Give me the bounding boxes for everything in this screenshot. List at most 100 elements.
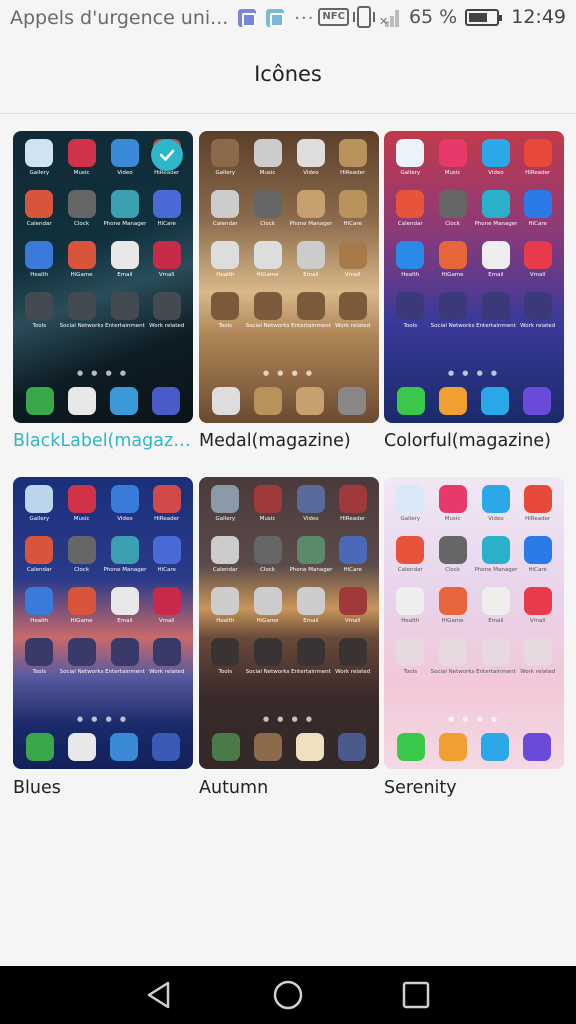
preview-app-label: Music — [444, 516, 461, 522]
preview-dock — [390, 387, 558, 415]
calendar-icon — [396, 536, 425, 564]
preview-app: Work related — [332, 292, 373, 329]
gallery-icon — [211, 485, 240, 513]
preview-app-label: Music — [73, 170, 90, 176]
theme-card-colorful-magazine[interactable]: Gallery Music Video HiReader Calendar Clock Ph… — [384, 131, 564, 423]
app-header: Icônes — [0, 38, 576, 114]
theme-name-label[interactable]: Serenity — [384, 778, 564, 798]
preview-app-label: Email — [488, 272, 504, 278]
preview-app-label: HiCare — [343, 221, 362, 227]
phone-manager-icon — [110, 190, 139, 218]
hireader-icon — [338, 139, 367, 167]
theme-name-label[interactable]: Colorful(magazine) — [384, 431, 564, 451]
email-icon — [110, 241, 139, 269]
work-related-icon — [152, 292, 181, 320]
preview-app-label: HiCare — [157, 221, 176, 227]
back-icon[interactable] — [144, 980, 176, 1010]
preview-app: HiCare — [332, 190, 373, 227]
theme-name-label[interactable]: Blues — [13, 778, 193, 798]
clock-icon — [253, 536, 282, 564]
preview-app-label: Health — [30, 618, 49, 624]
email-icon — [481, 587, 510, 615]
phone-manager-icon — [481, 190, 510, 218]
hicare-icon — [338, 190, 367, 218]
email-icon — [296, 241, 325, 269]
preview-app-label: Gallery — [400, 170, 421, 176]
preview-app-label: Phone Manager — [289, 221, 333, 227]
preview-app: Clock — [60, 190, 104, 227]
preview-app-label: Phone Manager — [289, 567, 333, 573]
preview-app: Tools — [390, 292, 431, 329]
browser-icon — [338, 733, 366, 761]
preview-app: Email — [103, 241, 146, 278]
preview-app-label: HiReader — [340, 516, 366, 522]
preview-dock — [205, 733, 373, 761]
preview-app: Clock — [431, 536, 475, 573]
preview-app: Calendar — [390, 190, 431, 227]
preview-app-label: Social Networks — [245, 669, 290, 675]
preview-app-label: Gallery — [215, 170, 236, 176]
preview-app-label: Calendar — [26, 221, 52, 227]
clock-icon — [253, 190, 282, 218]
video-icon — [481, 485, 510, 513]
higame-icon — [438, 241, 467, 269]
page-indicator: ● ● ● ● — [76, 715, 130, 723]
theme-card-blues[interactable]: Gallery Music Video HiReader Calendar Clock Ph… — [13, 477, 193, 769]
preview-app-label: Work related — [335, 669, 371, 675]
theme-card-blacklabel-magazi[interactable]: Gallery Music Video HiReader Calendar Clock Ph… — [13, 131, 193, 423]
hicare-icon — [523, 536, 552, 564]
preview-app-label: Health — [216, 618, 235, 624]
music-icon — [438, 485, 467, 513]
email-icon — [481, 241, 510, 269]
preview-app: Social Networks — [60, 638, 103, 675]
preview-app-label: Vmall — [529, 618, 546, 624]
preview-app-label: Entertainment — [476, 669, 516, 675]
calendar-icon — [25, 190, 54, 218]
preview-app-label: Calendar — [397, 567, 423, 573]
preview-app: Work related — [146, 292, 187, 329]
work-related-icon — [523, 638, 552, 666]
preview-app-label: Music — [259, 170, 276, 176]
preview-app-label: Calendar — [397, 221, 423, 227]
preview-app-label: HiGame — [441, 272, 464, 278]
preview-app-label: Vmall — [344, 618, 361, 624]
theme-name-label[interactable]: Autumn — [199, 778, 379, 798]
hireader-icon — [523, 139, 552, 167]
preview-app: Calendar — [205, 536, 246, 573]
page-indicator: ● ● ● ● — [262, 715, 316, 723]
email-icon — [110, 587, 139, 615]
preview-app: HiCare — [146, 536, 187, 573]
theme-name-label[interactable]: Medal(magazine) — [199, 431, 379, 451]
preview-app: Gallery — [390, 485, 431, 522]
messages-icon — [481, 387, 509, 415]
preview-app-label: HiGame — [441, 618, 464, 624]
preview-app-label: Social Networks — [59, 323, 104, 329]
preview-app-label: Entertainment — [105, 323, 145, 329]
home-icon[interactable] — [272, 980, 304, 1010]
preview-app-label: Phone Manager — [103, 567, 147, 573]
health-icon — [396, 241, 425, 269]
recents-icon[interactable] — [400, 980, 432, 1010]
theme-card-autumn[interactable]: Gallery Music Video HiReader Calendar Clock Ph… — [199, 477, 379, 769]
page-indicator: ● ● ● ● — [262, 369, 316, 377]
theme-card-serenity[interactable]: Gallery Music Video HiReader Calendar Clock Ph… — [384, 477, 564, 769]
preview-app: HiCare — [332, 536, 373, 573]
vmall-icon — [523, 587, 552, 615]
clock-icon — [67, 536, 96, 564]
hicare-icon — [338, 536, 367, 564]
more-notifications-icon: ··· — [294, 7, 315, 29]
tools-icon — [396, 638, 425, 666]
gallery-icon — [396, 139, 425, 167]
theme-card-medal-magazine[interactable]: Gallery Music Video HiReader Calendar Clock Ph… — [199, 131, 379, 423]
preview-app: Social Networks — [59, 292, 104, 329]
video-icon — [110, 485, 139, 513]
preview-app-label: Phone Manager — [103, 221, 147, 227]
social-networks-icon — [67, 638, 96, 666]
preview-app: HiReader — [517, 139, 558, 176]
preview-app-label: Health — [216, 272, 235, 278]
preview-app: Email — [103, 587, 146, 624]
preview-dock — [390, 733, 558, 761]
preview-app: Music — [431, 139, 475, 176]
phone-icon — [26, 387, 54, 415]
theme-name-label[interactable]: BlackLabel(magazi... — [13, 431, 193, 451]
